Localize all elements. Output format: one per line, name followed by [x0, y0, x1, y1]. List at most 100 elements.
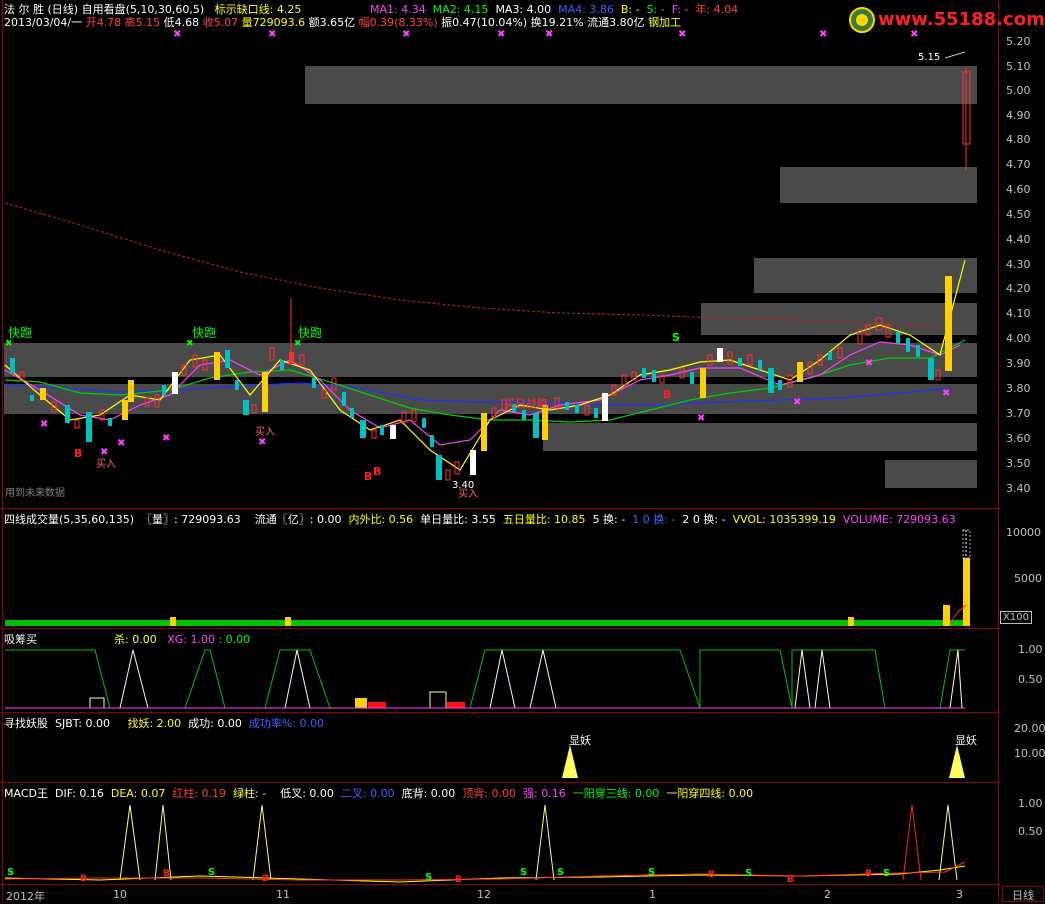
- svg-text:S: S: [648, 867, 655, 878]
- volume-multiplier[interactable]: X100: [1000, 611, 1032, 624]
- five-day-ratio: 五日量比: 10.85: [502, 513, 586, 526]
- svg-text:✖: ✖: [678, 29, 686, 40]
- zone-6: [4, 384, 977, 414]
- panel-separator: [0, 782, 1000, 783]
- svg-text:✖: ✖: [162, 433, 170, 444]
- dea-value: DEA: 0.07: [110, 787, 166, 800]
- svg-text:✖: ✖: [117, 438, 125, 449]
- sjbt-value: SJBT: 0.00: [55, 717, 110, 730]
- volume-panel-header: 四线成交量(5,35,60,135) 〖量〗: 729093.63 流通〖亿〗:…: [4, 511, 956, 527]
- price-tick: 3.90: [1006, 357, 1031, 370]
- yaogu-axis-tick: 20.00: [1014, 722, 1045, 735]
- panel-separator: [0, 884, 1000, 885]
- dingbei-value: 顶背: 0.00: [462, 787, 517, 800]
- price-tick: 3.50: [1006, 457, 1031, 470]
- svg-text:B: B: [663, 388, 671, 401]
- zone-1: [305, 66, 977, 104]
- yiyang4-value: 一阳穿四线: 0.00: [666, 787, 754, 800]
- svg-text:S: S: [557, 867, 564, 878]
- svg-text:B: B: [364, 470, 372, 483]
- svg-text:✖: ✖: [545, 29, 553, 40]
- macd-b-markers: BBB BBB B: [80, 869, 872, 885]
- xichou-axis-tick: 0.50: [1018, 673, 1043, 686]
- price-tick: 4.70: [1006, 158, 1031, 171]
- svg-text:✖: ✖: [497, 29, 505, 40]
- price-tick: 4.20: [1006, 282, 1031, 295]
- kuaipao-label: 快跑: [192, 326, 217, 340]
- svg-text:✖: ✖: [40, 419, 48, 430]
- yaogu-title[interactable]: 寻找妖股: [4, 717, 48, 730]
- price-tick: 4.90: [1006, 109, 1031, 122]
- svg-text:✖: ✖: [865, 358, 873, 369]
- zone-2: [780, 167, 977, 203]
- svg-text:B: B: [74, 447, 82, 460]
- svg-text:✖: ✖: [697, 413, 705, 424]
- volume-value: 〖量〗: 729093.63: [141, 513, 241, 526]
- svg-text:✖: ✖: [819, 29, 827, 40]
- svg-text:B: B: [80, 874, 87, 884]
- xichou-values: 杀: 0.00 XG: 1.00 : 0.00: [114, 631, 250, 647]
- xichou-yellow-line: [119, 649, 963, 709]
- price-tick: 4.40: [1006, 233, 1031, 246]
- vvol-value: VVOL: 1035399.19: [732, 513, 836, 526]
- price-tick: 3.70: [1006, 407, 1031, 420]
- macd-title[interactable]: MACD王: [4, 787, 48, 800]
- volume-title[interactable]: 四线成交量(5,35,60,135): [4, 513, 134, 526]
- period-button[interactable]: 日线: [1002, 886, 1044, 902]
- yaogu-axis-tick: 10.00: [1014, 747, 1045, 760]
- xg-value: XG: 1.00: [167, 633, 215, 646]
- center-label: 买日战略: [504, 397, 548, 410]
- svg-text:✖: ✖: [173, 29, 181, 40]
- svg-text:B: B: [163, 869, 170, 879]
- sha-value: 杀: 0.00: [114, 633, 157, 646]
- xichou-extra: : 0.00: [218, 633, 251, 646]
- xichou-title[interactable]: 吸筹买: [4, 633, 37, 646]
- time-label: 3: [956, 888, 963, 901]
- chenggong-value: 成功: 0.00: [188, 717, 242, 730]
- svg-text:✖: ✖: [942, 388, 950, 399]
- price-tick: 5.10: [1006, 60, 1031, 73]
- zone-7: [543, 423, 977, 451]
- xichou-bars: [5, 691, 965, 709]
- price-tick: 4.60: [1006, 183, 1031, 196]
- price-tick: 3.40: [1006, 482, 1031, 495]
- inout-ratio: 内外比: 0.56: [348, 513, 414, 526]
- zone-3: [754, 258, 977, 293]
- svg-text:S: S: [7, 867, 14, 878]
- time-label: 2: [824, 888, 831, 901]
- yaogu-triangle-2: [949, 745, 965, 778]
- svg-text:B: B: [865, 869, 872, 879]
- svg-text:✖: ✖: [268, 29, 276, 40]
- svg-text:✖: ✖: [910, 29, 918, 40]
- float-value: 流通〖亿〗: 0.00: [254, 513, 342, 526]
- buy-label: 买入: [458, 489, 478, 500]
- panel-separator: [0, 712, 1000, 713]
- time-label: 12: [477, 888, 491, 901]
- dif-value: DIF: 0.16: [54, 787, 104, 800]
- time-label: 1: [649, 888, 656, 901]
- volume-bars: [5, 529, 971, 626]
- price-tick: 3.60: [1006, 432, 1031, 445]
- svg-text:S: S: [520, 867, 527, 878]
- svg-text:S: S: [425, 872, 432, 883]
- macd-panel-header: MACD王 DIF: 0.16 DEA: 0.07 红柱: 0.19 绿柱: -…: [4, 785, 753, 801]
- turn-20: 2 0 换: -: [682, 513, 726, 526]
- svg-text:B: B: [708, 870, 715, 880]
- svg-text:S: S: [883, 868, 890, 879]
- buy-label: 买入: [255, 427, 275, 438]
- turn-5: 5 换: -: [592, 513, 626, 526]
- zhaoyao-value: 找妖: 2.00: [127, 717, 182, 730]
- hongzhu-value: 红柱: 0.19: [172, 787, 227, 800]
- xianyao-label: 显妖: [569, 734, 591, 747]
- price-tick: 4.50: [1006, 208, 1031, 221]
- main-chart-canvas: ✖✖✖ ✖ ✖✖ ✖✖✖ ✖ ✖ ✖ ✖ ✖ ✖ ✖ ✖ ✖ ✖ ✖ BB B B: [4, 29, 977, 885]
- time-label: 10: [113, 888, 127, 901]
- price-tick: 3.80: [1006, 382, 1031, 395]
- volume-axis-tick: 10000: [1006, 526, 1041, 539]
- macd-axis-tick: 1.00: [1018, 797, 1043, 810]
- svg-text:B: B: [373, 465, 381, 478]
- dibei-value: 底背: 0.00: [401, 787, 456, 800]
- lvzhu-value: 绿柱: -: [233, 787, 267, 800]
- price-tick: 4.00: [1006, 332, 1031, 345]
- volume-total: VOLUME: 729093.63: [842, 513, 956, 526]
